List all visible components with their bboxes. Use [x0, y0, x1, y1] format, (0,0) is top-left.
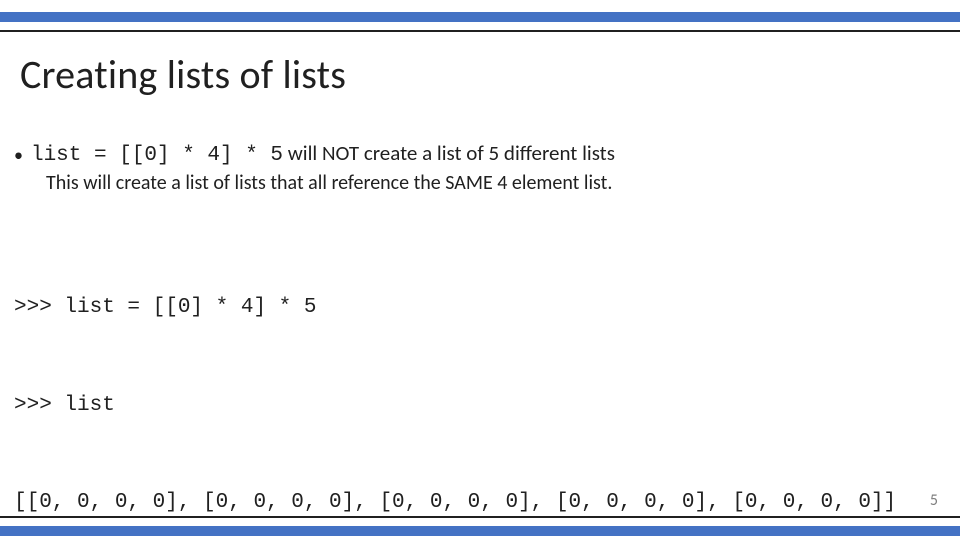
bullet-subtext: This will create a list of lists that al…: [46, 171, 946, 195]
code-line: >>> list = [[0] * 4] * 5: [14, 292, 946, 325]
slide: Creating lists of lists • list = [[0] * …: [0, 0, 960, 540]
bullet-line: • list = [[0] * 4] * 5 will NOT create a…: [14, 140, 946, 167]
code-block: >>> list = [[0] * 4] * 5 >>> list [[0, 0…: [14, 227, 946, 540]
code-line: [[0, 0, 0, 0], [0, 0, 0, 0], [0, 0, 0, 0…: [14, 487, 946, 520]
slide-body: • list = [[0] * 4] * 5 will NOT create a…: [14, 140, 946, 540]
bullet-text: will NOT create a list of 5 different li…: [283, 140, 615, 166]
bullet-content: list = [[0] * 4] * 5 will NOT create a l…: [31, 140, 615, 167]
code-line: >>> list: [14, 390, 946, 423]
page-number: 5: [930, 491, 938, 510]
slide-title: Creating lists of lists: [20, 50, 346, 99]
bullet-dot-icon: •: [14, 146, 23, 164]
bullet-code: list = [[0] * 4] * 5: [31, 144, 283, 167]
top-rule: [0, 30, 960, 32]
top-band: [0, 12, 960, 22]
